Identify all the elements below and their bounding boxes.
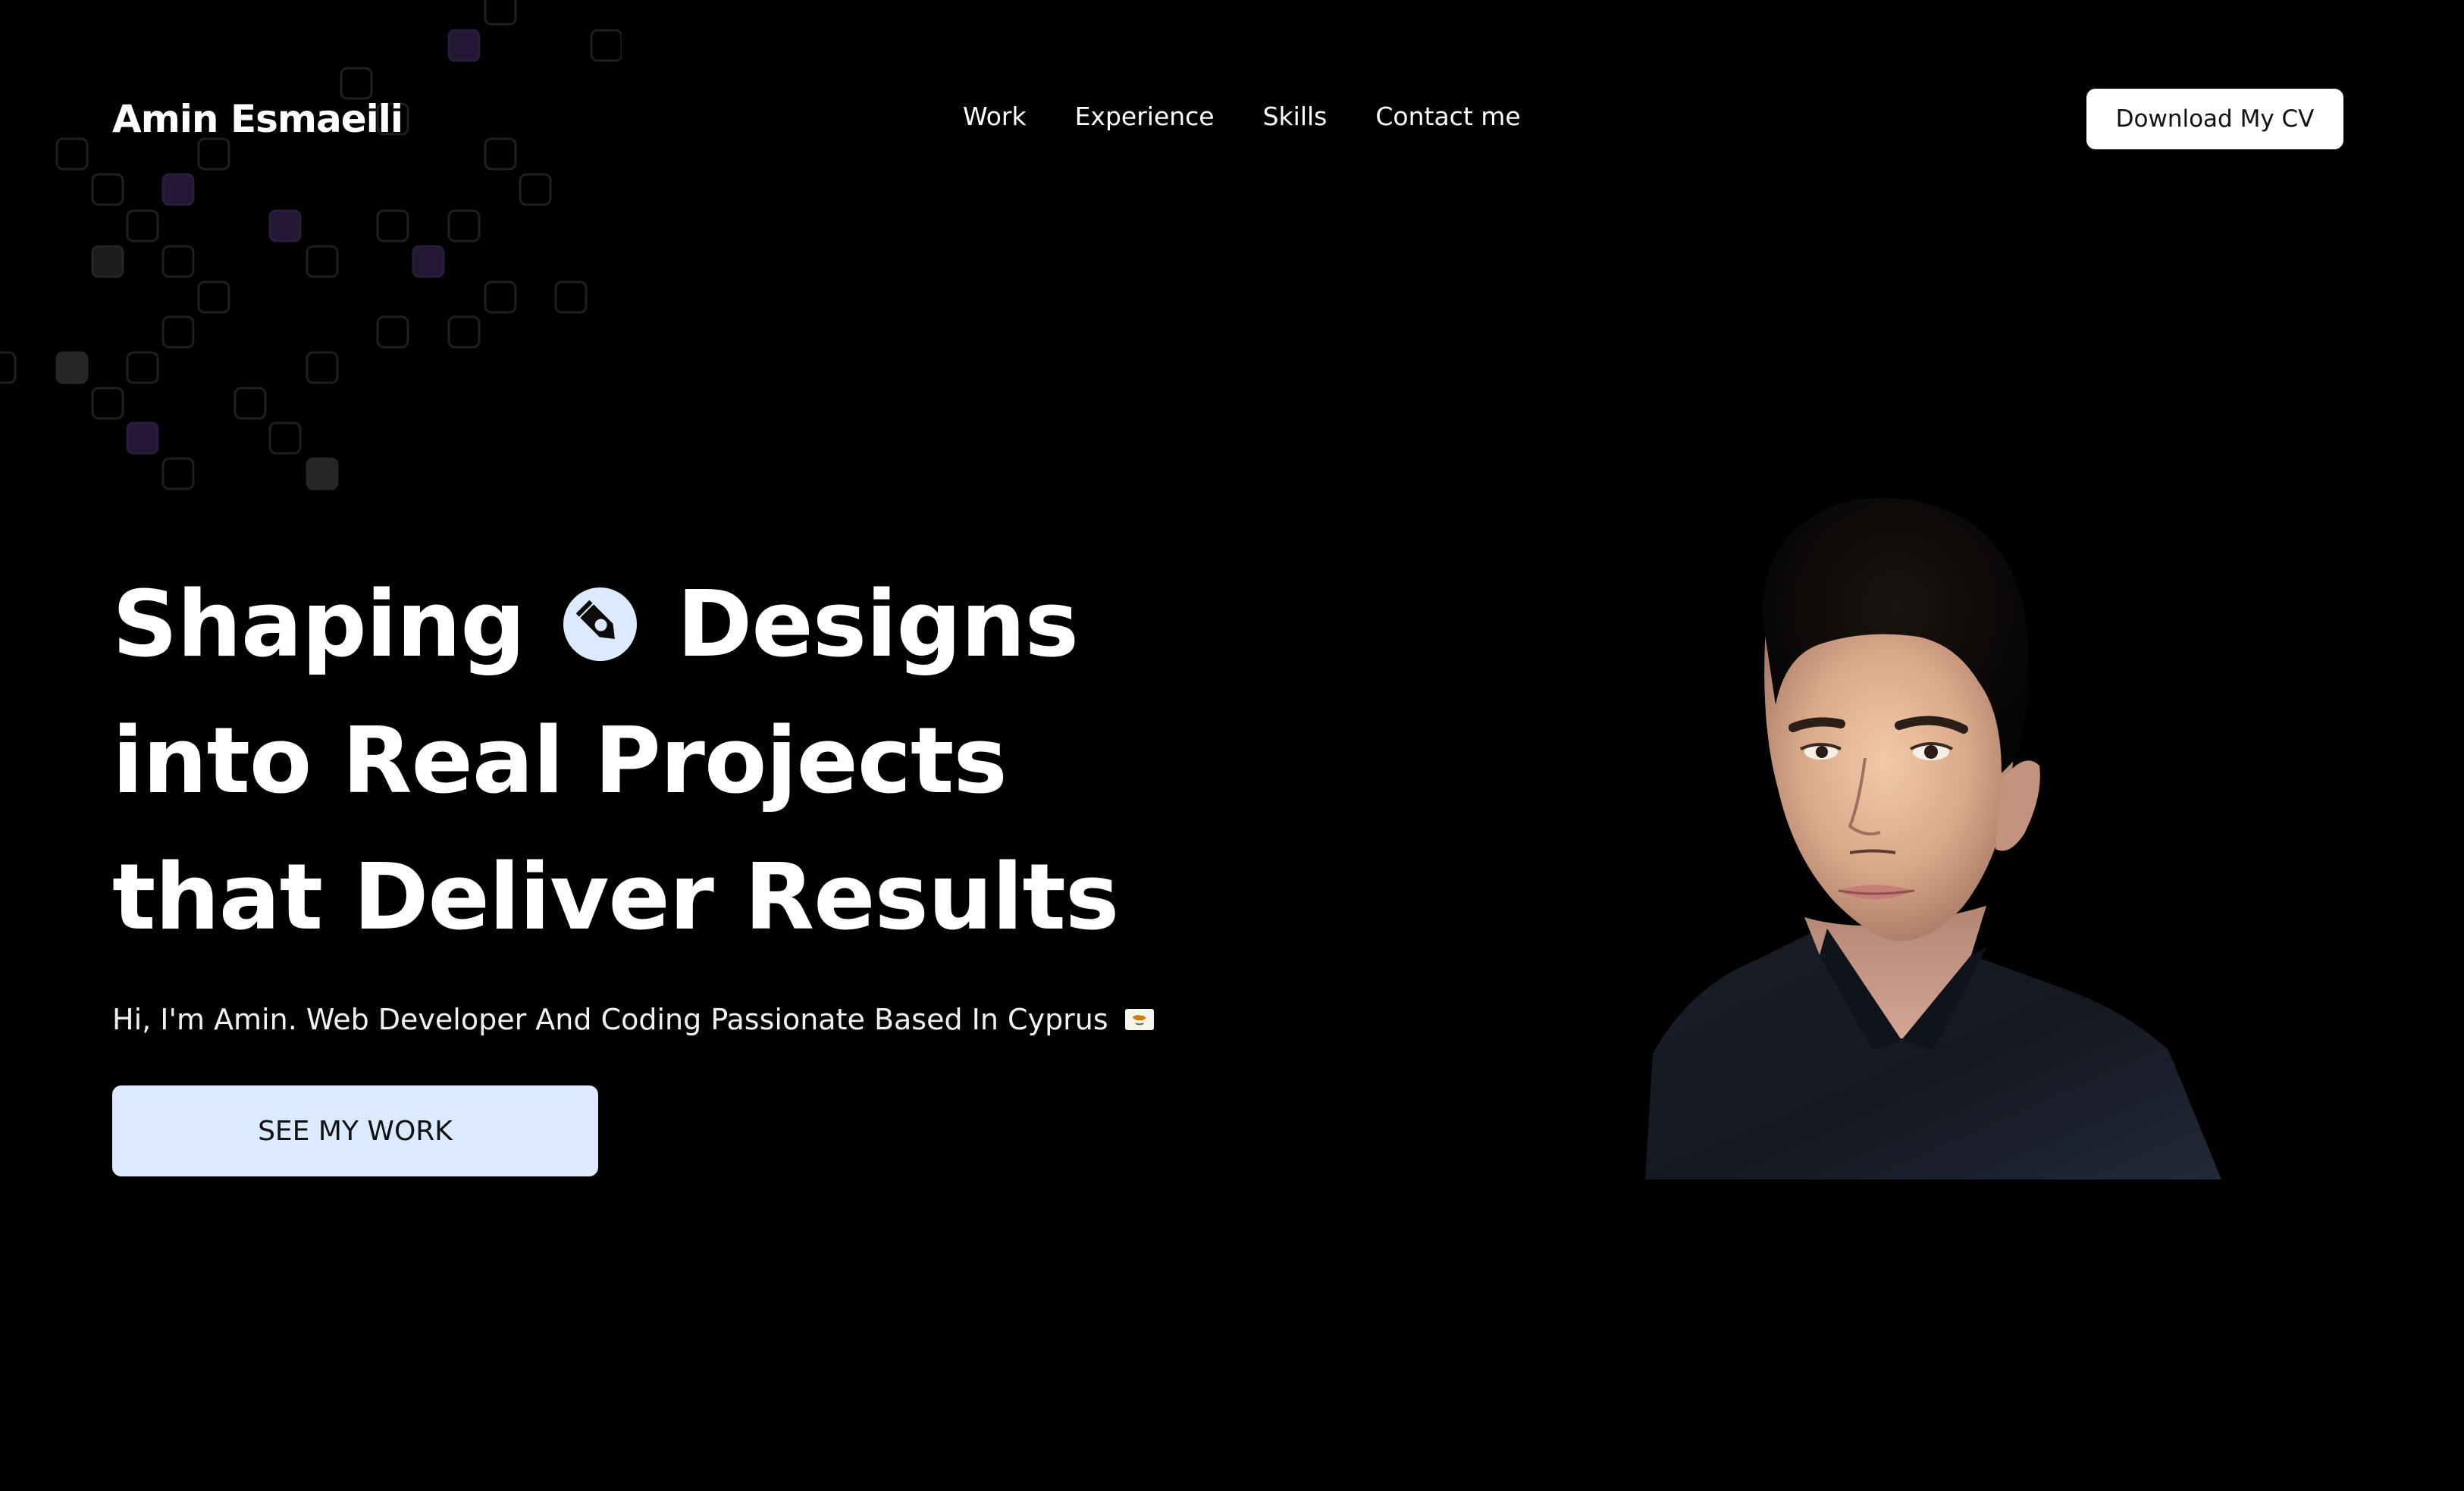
portfolio-page: Amin Esmaeili Work Experience Skills Con…	[0, 0, 2464, 1491]
portrait-image	[1645, 497, 2221, 1179]
hero-subtitle: Hi, I'm Amin. Web Developer And Coding P…	[112, 1003, 1154, 1036]
hero-title: Shaping Designs into Real Projects that …	[112, 557, 1119, 966]
nav-link-work[interactable]: Work	[963, 102, 1027, 131]
main-navigation: Work Experience Skills Contact me	[963, 102, 1521, 131]
cyprus-flag-icon	[1124, 1008, 1154, 1030]
hero-title-line-3: that Deliver Results	[112, 845, 1119, 951]
hero-title-line-1: Shaping Designs	[112, 557, 1118, 694]
hero-title-word-designs: Designs	[676, 572, 1079, 678]
see-my-work-button[interactable]: SEE MY WORK	[112, 1085, 598, 1176]
nav-link-experience[interactable]: Experience	[1075, 102, 1215, 131]
nav-link-skills[interactable]: Skills	[1263, 102, 1328, 131]
nav-link-contact[interactable]: Contact me	[1375, 102, 1520, 131]
hero-title-word-shaping: Shaping	[112, 572, 525, 678]
hero-subtitle-text: Hi, I'm Amin. Web Developer And Coding P…	[112, 1003, 1108, 1036]
site-header: Amin Esmaeili Work Experience Skills Con…	[0, 0, 2464, 243]
pen-tool-icon	[563, 587, 637, 661]
hero-title-line-2: into Real Projects	[112, 709, 1008, 814]
download-cv-button[interactable]: Download My CV	[2086, 89, 2343, 149]
site-logo[interactable]: Amin Esmaeili	[112, 97, 403, 141]
